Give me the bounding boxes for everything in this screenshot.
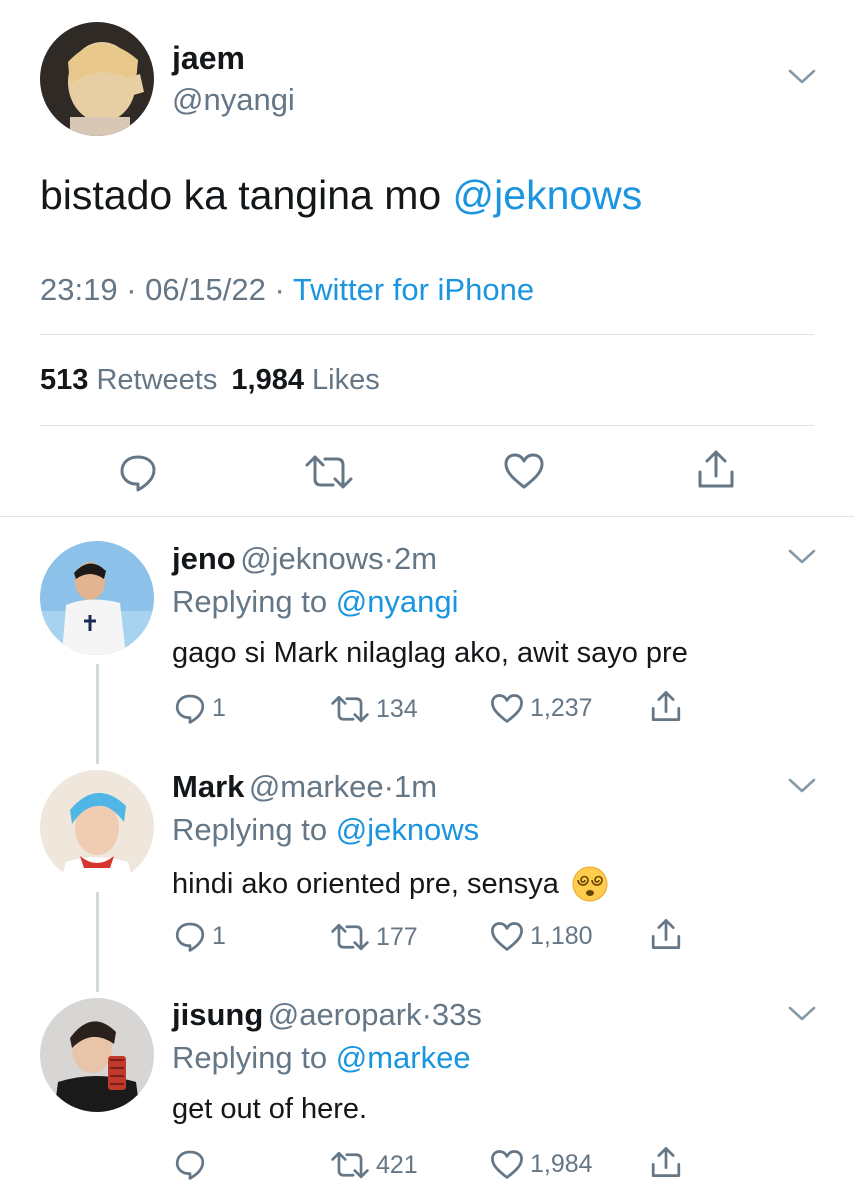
chevron-down-icon[interactable] [788, 68, 816, 86]
reply-display-name[interactable]: jisung [172, 997, 263, 1032]
like-count: 1,984 [530, 1150, 593, 1178]
retweet-icon[interactable] [305, 453, 353, 491]
thread-line [96, 892, 99, 992]
like-icon[interactable] [503, 452, 545, 490]
meta-separator: · [383, 541, 394, 576]
meta-separator: · [383, 769, 394, 804]
reply-time: 33s [431, 997, 482, 1032]
reply-count: 1 [212, 693, 226, 722]
replying-to: Replying to @nyangi [172, 584, 459, 620]
like-action[interactable]: 1,237 [490, 693, 593, 724]
reply-avatar[interactable] [40, 541, 154, 655]
replying-to: Replying to @jeknows [172, 812, 479, 848]
main-display-name[interactable]: jaem [172, 40, 245, 77]
reply-time: 1m [394, 769, 438, 804]
share-icon[interactable] [696, 448, 736, 490]
retweet-count: 421 [376, 1150, 418, 1179]
retweet-action[interactable]: 421 [330, 1150, 418, 1180]
retweet-icon [331, 1151, 369, 1179]
reply-text: hindi ako oriented pre, sensya [172, 867, 559, 900]
retweet-count: 177 [376, 922, 418, 951]
meta-separator: · [274, 272, 285, 307]
share-icon[interactable] [650, 917, 682, 951]
chevron-down-icon[interactable] [788, 548, 816, 566]
retweet-action[interactable]: 177 [330, 922, 418, 952]
reply-header: Mark @markee·1m [172, 769, 437, 805]
chevron-down-icon[interactable] [788, 777, 816, 795]
tweet-source-link[interactable]: Twitter for iPhone [293, 272, 534, 307]
retweet-action[interactable]: 134 [330, 694, 418, 724]
like-count: 1,180 [530, 922, 593, 950]
reply-text: get out of here. [172, 1093, 368, 1125]
reply-handle[interactable]: @markee [249, 769, 384, 804]
replying-to-link[interactable]: @jeknows [336, 812, 479, 847]
dizzy-face-emoji-icon [572, 866, 608, 902]
reply-header: jeno @jeknows·2m [172, 541, 437, 577]
reply-action[interactable] [174, 1148, 212, 1180]
replying-to-label: Replying to [172, 584, 336, 619]
tweet-date: 06/15/22 [145, 272, 266, 307]
like-icon [491, 694, 523, 723]
reply-header: jisung @aeropark·33s [172, 997, 482, 1033]
reply-avatar[interactable] [40, 770, 154, 884]
meta-separator: · [126, 272, 137, 307]
main-avatar[interactable] [40, 22, 154, 136]
divider [40, 334, 814, 335]
reply-avatar[interactable] [40, 998, 154, 1112]
share-icon[interactable] [650, 689, 682, 723]
likes-count: 1,984 [231, 364, 304, 396]
reply-count: 1 [212, 921, 226, 950]
retweets-stat[interactable]: 513 Retweets [40, 364, 225, 396]
like-action[interactable]: 1,984 [490, 1149, 593, 1180]
divider [40, 425, 814, 426]
like-icon [491, 922, 523, 951]
reply-icon [175, 694, 205, 724]
retweet-icon [331, 923, 369, 951]
share-icon[interactable] [650, 1145, 682, 1179]
replying-to-link[interactable]: @nyangi [336, 584, 459, 619]
retweets-label: Retweets [96, 364, 218, 396]
likes-stat[interactable]: 1,984 Likes [231, 364, 379, 396]
reply-action[interactable]: 1 [174, 920, 226, 952]
retweet-icon [331, 695, 369, 723]
tweet-text: bistado ka tangina mo @jeknows [40, 172, 642, 219]
tweet-time: 23:19 [40, 272, 118, 307]
reply-icon [175, 922, 205, 952]
tweet-stats: 513 Retweets 1,984 Likes [40, 364, 380, 397]
replying-to-label: Replying to [172, 812, 336, 847]
main-handle[interactable]: @nyangi [172, 82, 295, 118]
replying-to-link[interactable]: @markee [336, 1040, 471, 1075]
reply-handle[interactable]: @aeropark [268, 997, 422, 1032]
like-count: 1,237 [530, 694, 593, 722]
replying-to-label: Replying to [172, 1040, 336, 1075]
reply-action[interactable]: 1 [174, 692, 226, 724]
retweet-count: 134 [376, 694, 418, 723]
thread-line [96, 664, 99, 764]
meta-separator: · [421, 997, 432, 1032]
retweets-count: 513 [40, 364, 89, 396]
reply-display-name[interactable]: Mark [172, 769, 244, 804]
tweet-meta: 23:19 · 06/15/22 · Twitter for iPhone [40, 272, 534, 308]
reply-text-row: hindi ako oriented pre, sensya [172, 865, 609, 903]
chevron-down-icon[interactable] [788, 1005, 816, 1023]
tweet-body: bistado ka tangina mo [40, 172, 453, 218]
tweet-mention-link[interactable]: @jeknows [453, 172, 643, 218]
reply-icon[interactable] [118, 452, 158, 492]
replying-to: Replying to @markee [172, 1040, 471, 1076]
reply-time: 2m [393, 541, 438, 576]
divider [0, 516, 854, 517]
reply-icon [175, 1150, 205, 1180]
like-icon [491, 1150, 523, 1179]
likes-label: Likes [312, 364, 380, 396]
reply-text: gago si Mark nilaglag ako, awit sayo pre [172, 637, 688, 669]
like-action[interactable]: 1,180 [490, 921, 593, 952]
reply-display-name[interactable]: jeno [172, 541, 236, 576]
reply-handle[interactable]: @jeknows [240, 541, 383, 576]
